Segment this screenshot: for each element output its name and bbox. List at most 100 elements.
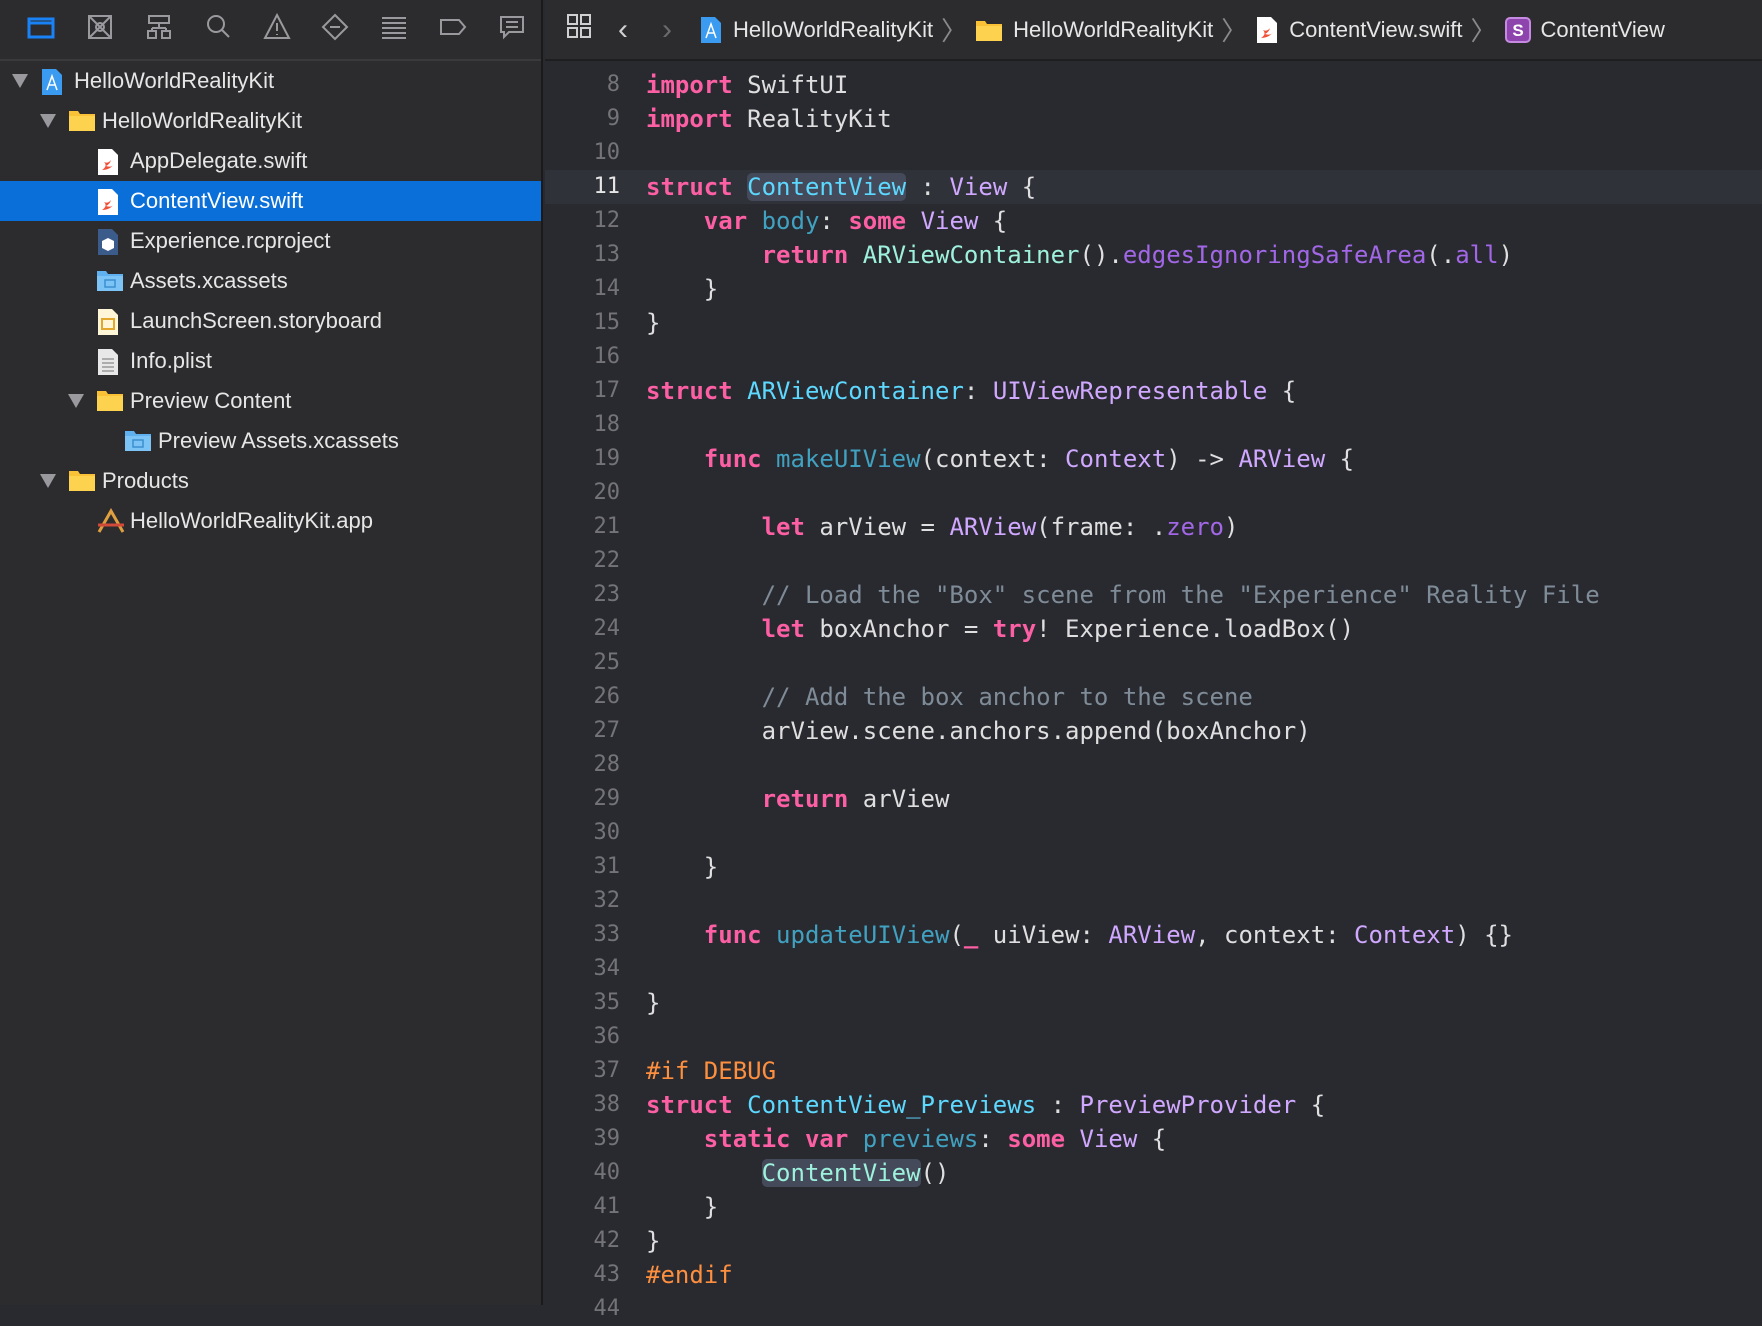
file-tree-item[interactable]: Info.plist — [0, 341, 541, 381]
file-tree-item[interactable]: HelloWorldRealityKit.app — [0, 501, 541, 541]
code-text: return arView — [646, 782, 950, 816]
breadcrumb-item[interactable]: S ContentView — [1504, 16, 1665, 43]
line-number: 42 — [593, 1228, 621, 1253]
line-number: 36 — [593, 1024, 621, 1049]
line-number: 33 — [593, 922, 621, 947]
back-button[interactable]: ‹ — [601, 13, 645, 47]
code-token: arView.scene.anchors.append(boxAnchor) — [646, 717, 1311, 745]
code-line: 27 arView.scene.anchors.append(boxAnchor… — [545, 714, 1762, 748]
code-token: var — [804, 1125, 849, 1153]
code-line: 19 func makeUIView(context: Context) -> … — [545, 442, 1762, 476]
code-text: } — [646, 1224, 660, 1258]
code-token: import — [646, 105, 733, 133]
tab-breakpoint-navigator[interactable] — [423, 10, 482, 50]
disclosure-triangle-icon[interactable] — [40, 474, 56, 488]
file-tree-item[interactable]: AppDelegate.swift — [0, 141, 541, 181]
file-tree-item-label: ContentView.swift — [130, 188, 304, 213]
file-tree-item[interactable]: Products — [0, 461, 541, 501]
disclosure-triangle-icon[interactable] — [12, 74, 28, 88]
file-tree-item[interactable]: HelloWorldRealityKit — [0, 61, 541, 101]
code-text: struct ContentView_Previews : PreviewPro… — [646, 1088, 1325, 1122]
file-tree-item[interactable]: LaunchScreen.storyboard — [0, 301, 541, 341]
code-text: static var previews: some View { — [646, 1122, 1166, 1156]
disclosure-triangle-icon[interactable] — [40, 114, 56, 128]
disclosure-triangle-icon[interactable] — [68, 394, 84, 408]
code-text: let arView = ARView(frame: .zero) — [646, 510, 1239, 544]
line-number: 9 — [606, 106, 620, 131]
tab-project-navigator[interactable] — [12, 10, 71, 50]
file-tree-item[interactable]: HelloWorldRealityKit — [0, 101, 541, 141]
breadcrumb-item[interactable]: ContentView.swift — [1255, 16, 1463, 44]
code-token: } — [646, 309, 661, 337]
code-token: arView = — [804, 513, 950, 541]
code-token: some — [848, 207, 907, 235]
file-tree-item[interactable]: Experience.rcproject — [0, 221, 541, 261]
code-token: arView — [848, 785, 950, 813]
file-tree-item[interactable]: Assets.xcassets — [0, 261, 541, 301]
code-token: some — [1007, 1125, 1066, 1153]
code-line: 32 — [545, 884, 1762, 918]
line-number: 43 — [593, 1262, 621, 1287]
breadcrumb-label: ContentView.swift — [1289, 16, 1463, 42]
tab-test-navigator[interactable] — [306, 10, 365, 50]
code-token: ARView — [949, 513, 1037, 541]
code-token: : — [1036, 1091, 1080, 1119]
code-line: 14 } — [545, 272, 1762, 306]
code-token: zero — [1166, 513, 1224, 541]
tab-debug-navigator[interactable] — [365, 10, 424, 50]
code-token: View — [949, 173, 1008, 201]
code-token: edgesIgnoringSafeArea — [1122, 241, 1427, 269]
code-token: var — [703, 207, 748, 235]
breadcrumb-item[interactable]: HelloWorldRealityKit — [699, 16, 933, 44]
code-line: 28 — [545, 748, 1762, 782]
code-token: // Load the "Box" scene from the "Experi… — [761, 581, 1600, 609]
breadcrumb-item[interactable]: HelloWorldRealityKit — [975, 17, 1213, 43]
code-token: ContentView — [761, 1159, 921, 1187]
code-text: // Load the "Box" scene from the "Experi… — [646, 578, 1600, 612]
code-token: ARViewContainer — [747, 377, 964, 405]
code-line: 18 — [545, 408, 1762, 442]
file-tree-item-label: Assets.xcassets — [130, 268, 288, 293]
code-token: { — [1137, 1125, 1167, 1153]
code-token: all — [1455, 241, 1499, 269]
file-tree-item-label: Experience.rcproject — [130, 228, 331, 253]
code-line: 15} — [545, 306, 1762, 340]
code-token: struct — [646, 1091, 733, 1119]
breadcrumb: HelloWorldRealityKit 〉 HelloWorldRealityKi… — [699, 11, 1673, 48]
code-token: import — [646, 71, 733, 99]
tab-find-navigator[interactable] — [188, 10, 247, 50]
line-number: 24 — [593, 616, 621, 641]
line-number: 18 — [593, 412, 621, 437]
line-number: 30 — [593, 820, 621, 845]
file-tree-item[interactable]: Preview Assets.xcassets — [0, 421, 541, 461]
line-number: 17 — [593, 378, 621, 403]
tab-symbol-navigator[interactable] — [130, 10, 189, 50]
file-tree-item-selected[interactable]: ContentView.swift — [0, 181, 541, 221]
file-tree-item[interactable]: Preview Content — [0, 381, 541, 421]
code-token: ARView — [1108, 921, 1196, 949]
code-text: arView.scene.anchors.append(boxAnchor) — [646, 714, 1311, 748]
code-area[interactable]: 8 import SwiftUI 9 import RealityKit 10 11 str… — [545, 68, 1762, 1326]
line-number: 32 — [593, 888, 621, 913]
tab-source-control-navigator[interactable] — [71, 10, 130, 50]
line-number: 8 — [606, 72, 620, 97]
file-tree-item-label: HelloWorldRealityKit.app — [130, 508, 373, 533]
forward-button[interactable]: › — [645, 13, 689, 47]
navigator-tab-bar — [0, 0, 541, 61]
code-token: ( — [949, 921, 964, 949]
line-number: 14 — [593, 276, 621, 301]
code-text: return ARViewContainer().edgesIgnoringSa… — [646, 238, 1513, 272]
code-line: 35} — [545, 986, 1762, 1020]
tab-issue-navigator[interactable] — [247, 10, 306, 50]
related-items-icon[interactable] — [557, 13, 601, 47]
code-token: body — [761, 207, 820, 235]
svg-text:S: S — [1512, 21, 1523, 40]
tab-report-navigator[interactable] — [482, 10, 541, 50]
